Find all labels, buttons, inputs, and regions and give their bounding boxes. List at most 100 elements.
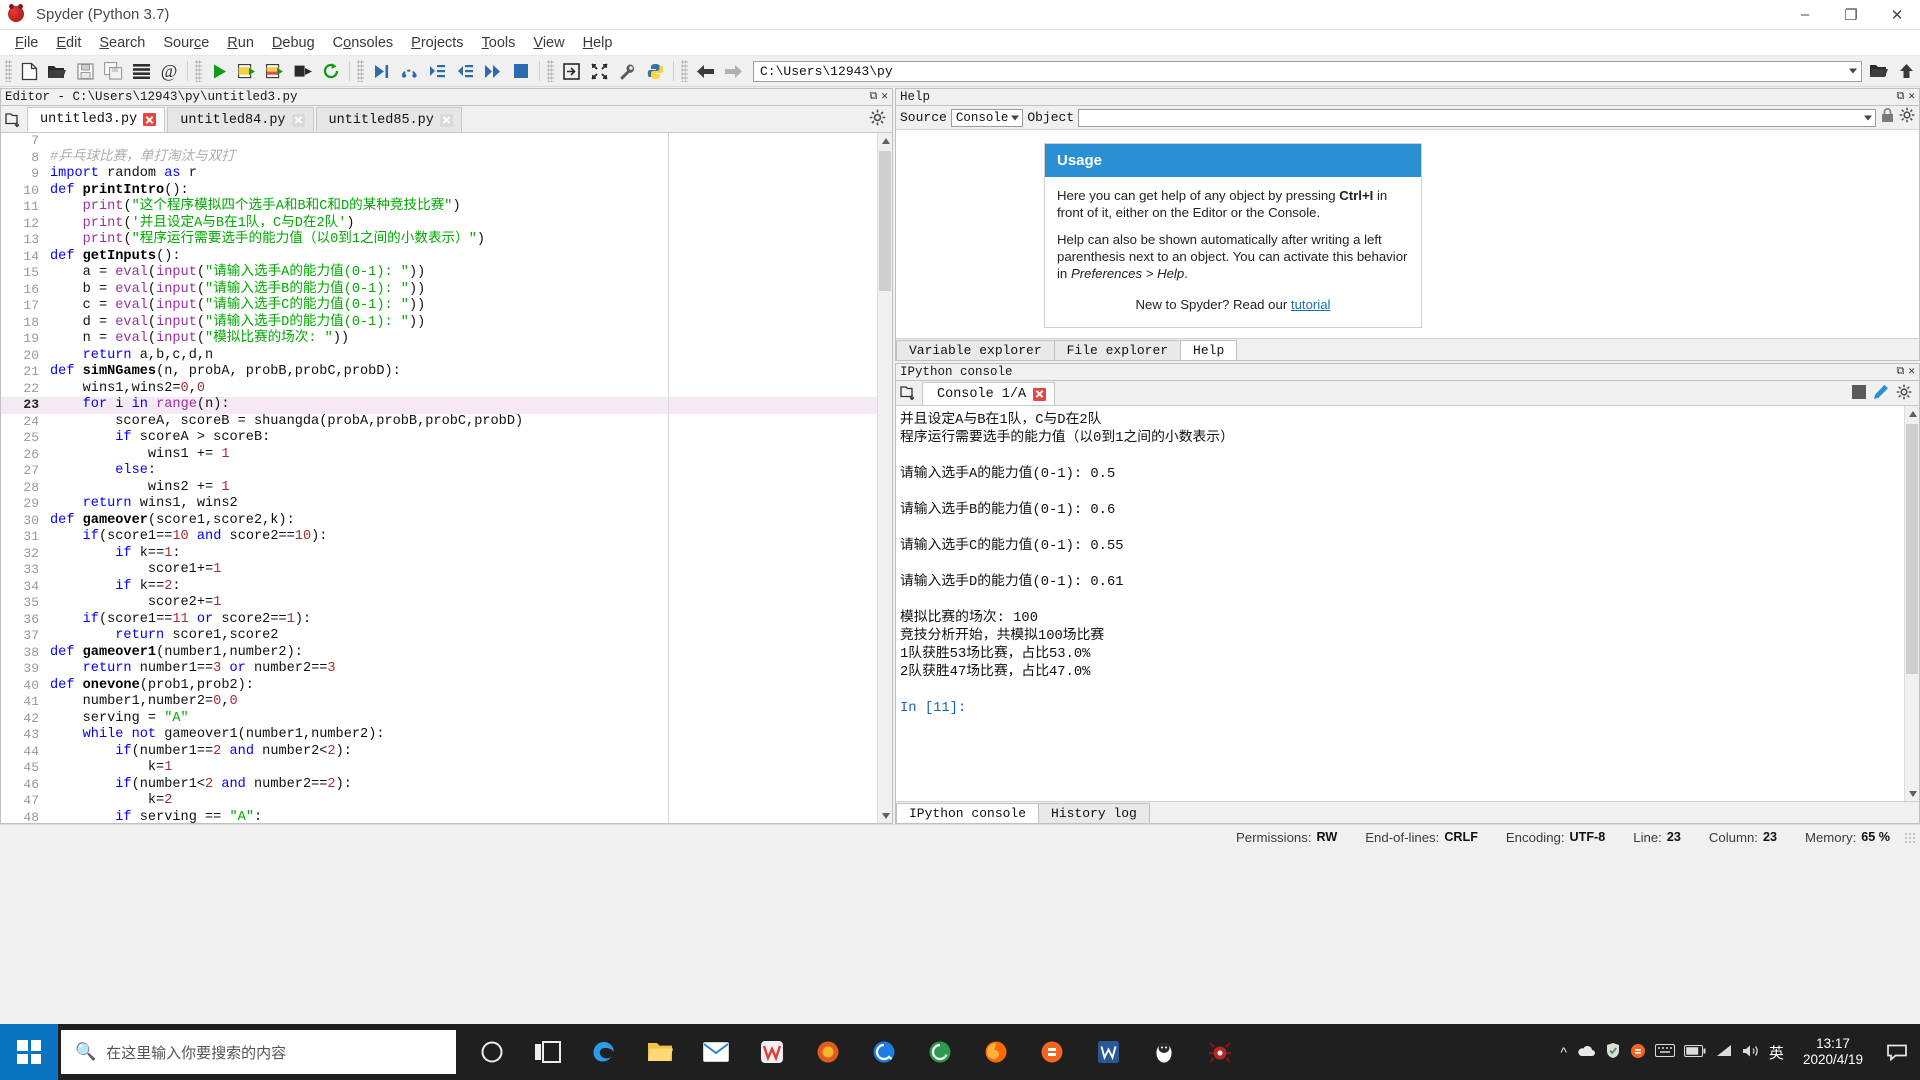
console-clear-icon[interactable]	[1873, 384, 1889, 405]
file-explorer-icon[interactable]	[632, 1024, 688, 1080]
maximize-button[interactable]: ❐	[1828, 0, 1874, 30]
firefox-icon[interactable]	[968, 1024, 1024, 1080]
code-line[interactable]: 11 print("这个程序模拟四个选手A和B和C和D的某种竞技比赛")	[1, 199, 892, 216]
back-icon[interactable]	[691, 58, 719, 84]
code-line[interactable]: 24 scoreA, scoreB = shuangda(probA,probB…	[1, 414, 892, 431]
menu-run[interactable]: Run	[218, 33, 263, 53]
tray-sogou-icon[interactable]	[1630, 1043, 1646, 1062]
console-options-gear-icon[interactable]	[1896, 384, 1912, 405]
start-button[interactable]	[0, 1024, 58, 1080]
toolbar-grip-debug[interactable]	[357, 60, 364, 82]
scroll-down-icon[interactable]	[878, 808, 892, 823]
code-line[interactable]: 7	[1, 133, 892, 150]
tutorial-link[interactable]: tutorial	[1291, 297, 1331, 312]
console-undock-icon[interactable]: ⧉	[1897, 366, 1905, 378]
help-undock-icon[interactable]: ⧉	[1897, 91, 1905, 103]
code-line[interactable]: 16 b = eval(input("请输入选手B的能力值(0-1): "))	[1, 282, 892, 299]
code-line[interactable]: 43 while not gameover1(number1,number2):	[1, 727, 892, 744]
forward-icon[interactable]	[719, 58, 747, 84]
code-line[interactable]: 21 def simNGames(n, probA, probB,probC,pr…	[1, 364, 892, 381]
menu-edit[interactable]: Edit	[47, 33, 90, 53]
tray-network-icon[interactable]	[1715, 1044, 1733, 1061]
tab-variable-explorer[interactable]: Variable explorer	[896, 340, 1055, 360]
stop-debug-icon[interactable]	[507, 58, 535, 84]
code-line[interactable]: 22 wins1,wins2=0,0	[1, 381, 892, 398]
menu-debug[interactable]: Debug	[263, 33, 324, 53]
tray-shield-icon[interactable]	[1605, 1042, 1621, 1062]
console-output-area[interactable]: 并且设定A与B在1队，C与D在2队 程序运行需要选手的能力值（以0到1之间的小数表…	[896, 406, 1919, 801]
code-line[interactable]: 29 return wins1, wins2	[1, 496, 892, 513]
code-line[interactable]: 40 def onevone(prob1,prob2):	[1, 678, 892, 695]
code-line[interactable]: 28 wins2 += 1	[1, 480, 892, 497]
fullscreen-icon[interactable]	[585, 58, 613, 84]
code-line[interactable]: 10 def printIntro():	[1, 183, 892, 200]
tab-history-log[interactable]: History log	[1038, 803, 1150, 823]
tray-keyboard-icon[interactable]	[1654, 1044, 1675, 1060]
taskbar-search-input[interactable]: 🔍 在这里输入你要搜索的内容	[61, 1030, 456, 1074]
editor-tab-untitled3[interactable]: untitled3.py	[27, 107, 166, 132]
taskbar-clock[interactable]: 13:17 2020/4/19	[1793, 1036, 1873, 1068]
resize-grip[interactable]	[1904, 831, 1916, 844]
tab-file-explorer[interactable]: File explorer	[1053, 340, 1182, 360]
code-line[interactable]: 14 def getInputs():	[1, 249, 892, 266]
code-line[interactable]: 36 if(score1==11 or score2==1):	[1, 612, 892, 629]
console-close-icon[interactable]: ✕	[1908, 366, 1915, 378]
menu-tools[interactable]: Tools	[473, 33, 525, 53]
menu-source[interactable]: Source	[154, 33, 218, 53]
toolbar-grip-nav[interactable]	[681, 60, 688, 82]
code-line[interactable]: 15 a = eval(input("请输入选手A的能力值(0-1): "))	[1, 265, 892, 282]
minimize-button[interactable]: –	[1782, 0, 1828, 30]
editor-scroll-thumb[interactable]	[879, 151, 891, 291]
find-symbol-icon[interactable]: @	[155, 58, 183, 84]
run-selection-icon[interactable]	[289, 58, 317, 84]
working-directory-input[interactable]: C:\Users\12943\py	[753, 60, 1862, 82]
step-over-icon[interactable]	[395, 58, 423, 84]
tray-expand-icon[interactable]: ^	[1560, 1044, 1567, 1060]
chevron-down-icon[interactable]	[1849, 68, 1857, 74]
help-lock-icon[interactable]	[1880, 107, 1895, 128]
console-stop-icon[interactable]	[1852, 385, 1866, 404]
menu-view[interactable]: View	[524, 33, 573, 53]
sogou-icon[interactable]	[1024, 1024, 1080, 1080]
code-line[interactable]: 45 k=1	[1, 760, 892, 777]
parent-directory-icon[interactable]	[1892, 58, 1920, 84]
close-icon[interactable]	[439, 113, 453, 127]
code-line[interactable]: 13 print("程序运行需要选手的能力值（以0到1之间的小数表示）")	[1, 232, 892, 249]
code-line[interactable]: 32 if k==1:	[1, 546, 892, 563]
code-line[interactable]: 46 if(number1<2 and number2==2):	[1, 777, 892, 794]
pythonpath-icon[interactable]	[641, 58, 669, 84]
tray-volume-icon[interactable]	[1742, 1044, 1760, 1061]
code-line[interactable]: 39 return number1==3 or number2==3	[1, 661, 892, 678]
code-line[interactable]: 41 number1,number2=0,0	[1, 694, 892, 711]
chevron-down-icon[interactable]	[1011, 115, 1020, 120]
new-file-icon[interactable]	[15, 58, 43, 84]
close-icon[interactable]	[1033, 387, 1047, 401]
toolbar-grip-layout[interactable]	[547, 60, 554, 82]
step-return-icon[interactable]	[451, 58, 479, 84]
code-line[interactable]: 48 if serving == "A":	[1, 810, 892, 824]
scroll-up-icon[interactable]	[878, 133, 892, 148]
code-line[interactable]: 31 if(score1==10 and score2==10):	[1, 529, 892, 546]
code-line[interactable]: 9 import random as r	[1, 166, 892, 183]
word-icon[interactable]	[1080, 1024, 1136, 1080]
code-line[interactable]: 23 for i in range(n):	[1, 397, 892, 414]
debug-file-icon[interactable]	[367, 58, 395, 84]
run-file-icon[interactable]	[205, 58, 233, 84]
code-line[interactable]: 30 def gameover(score1,score2,k):	[1, 513, 892, 530]
firefox-dev-icon[interactable]	[800, 1024, 856, 1080]
close-icon[interactable]	[143, 113, 157, 126]
ime-indicator[interactable]: 英	[1769, 1042, 1784, 1063]
help-options-gear-icon[interactable]	[1899, 107, 1915, 128]
tray-onedrive-icon[interactable]	[1576, 1043, 1596, 1061]
console-vertical-scrollbar[interactable]	[1904, 406, 1919, 801]
toolbar-grip-run[interactable]	[195, 60, 202, 82]
menu-projects[interactable]: Projects	[402, 33, 472, 53]
editor-tab-untitled85[interactable]: untitled85.py	[315, 107, 462, 132]
code-text-area[interactable]: 7 8 #乒乓球比赛，单打淘汰与双打 9 import random as r 10 def…	[1, 133, 892, 823]
code-line[interactable]: 42 serving = "A"	[1, 711, 892, 728]
run-cell-advance-icon[interactable]	[261, 58, 289, 84]
save-all-icon[interactable]	[99, 58, 127, 84]
menu-consoles[interactable]: Consoles	[324, 33, 402, 53]
menu-search[interactable]: Search	[90, 33, 154, 53]
help-source-select[interactable]: Console	[950, 108, 1024, 127]
